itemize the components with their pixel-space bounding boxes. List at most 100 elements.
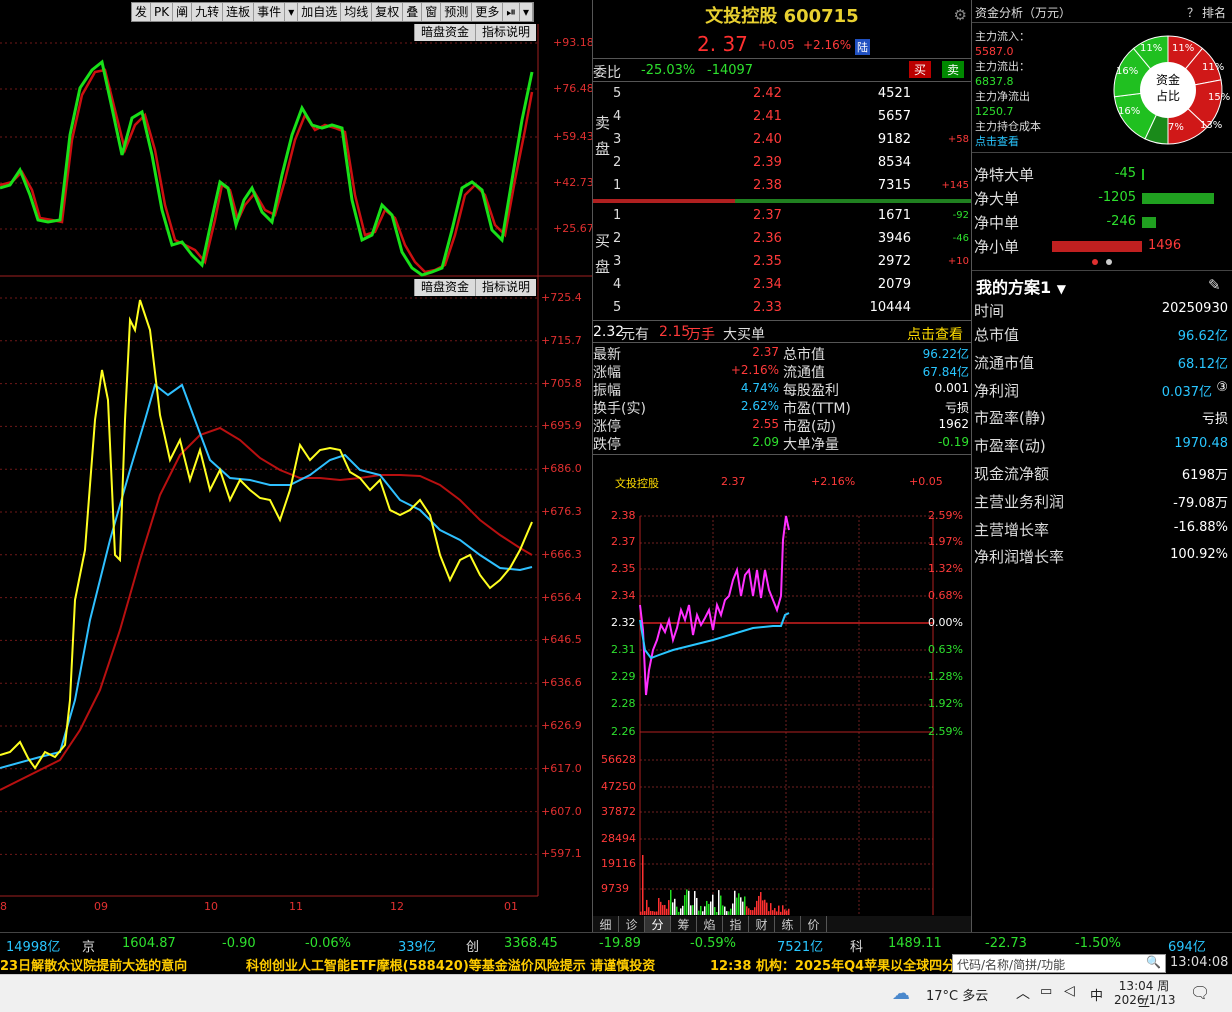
ticker-item-2[interactable]: 科创创业人工智能ETF摩根(588420)等基金溢价风险提示 请谨慎投资 bbox=[246, 955, 655, 974]
level-num: 3 bbox=[613, 132, 621, 147]
plan-row: 净利润增长率 100.92% bbox=[974, 542, 1230, 570]
order-level[interactable]: 2 2.36 3946 -46 bbox=[593, 227, 971, 250]
intraday-pct-tick: 1.97% bbox=[928, 535, 963, 548]
y-tick-label: +607.0 bbox=[541, 805, 582, 818]
fund-title: 资金分析（万元） bbox=[975, 4, 1071, 21]
intraday-chart-svg[interactable] bbox=[593, 500, 971, 920]
fund-flow-text: 主力流入： 5587.0 主力流出： 6837.8 主力净流出 1250.7 主… bbox=[975, 29, 1041, 149]
price: 2.38 bbox=[753, 178, 782, 193]
volume-bar bbox=[650, 911, 652, 915]
volume-bar bbox=[644, 911, 646, 915]
level-num: 3 bbox=[613, 254, 621, 269]
order-level[interactable]: 5 2.42 4521 bbox=[593, 82, 971, 105]
volume-bar bbox=[654, 912, 656, 915]
settings-gear-icon[interactable]: ⚙ bbox=[954, 6, 967, 24]
donut-label: 11% bbox=[1202, 62, 1224, 73]
ime-indicator[interactable]: 中 bbox=[1090, 985, 1103, 1004]
quote-value: 2.62% bbox=[741, 399, 779, 413]
plan-row: 净利润 0.037亿 ③ bbox=[974, 376, 1230, 404]
quote-value: +2.16% bbox=[731, 363, 779, 377]
help-icon[interactable]: ？ bbox=[1187, 4, 1199, 21]
rank-link[interactable]: 排名 bbox=[1202, 4, 1226, 21]
search-input[interactable]: 代码/名称/简拼/功能 bbox=[957, 956, 1065, 973]
x-tick-label: 10 bbox=[204, 900, 218, 913]
quote-row: 涨停 2.55 市盈(动) 1962 bbox=[593, 415, 971, 433]
info-badge[interactable]: ③ bbox=[1216, 380, 1228, 395]
quote-panel: 文投控股 600715 ⚙ 2. 37 +0.05 +2.16% 陆 委比 -2… bbox=[592, 0, 972, 932]
plan-value: -79.08万 bbox=[1173, 492, 1228, 511]
notification-icon[interactable]: 🗨 bbox=[1190, 983, 1210, 1002]
order-level[interactable]: 4 2.41 5657 bbox=[593, 105, 971, 128]
volume-bar bbox=[720, 896, 722, 915]
search-box[interactable]: 代码/名称/简拼/功能 🔍 bbox=[952, 954, 1166, 973]
intraday-price-tick: 2.37 bbox=[611, 535, 636, 548]
volume-bar bbox=[642, 855, 644, 915]
plan-value: 68.12亿 bbox=[1178, 353, 1228, 372]
volume-bar bbox=[666, 909, 668, 915]
weather-icon[interactable]: ☁ bbox=[892, 983, 910, 1004]
x-tick-label: 01 bbox=[504, 900, 518, 913]
volume-icon[interactable]: ◁ bbox=[1064, 983, 1075, 999]
taskbar: ☁ 17°C 多云 ︿ ▭ ◁ 中 13:04 周二 2026/1/13 🗨 bbox=[0, 974, 1232, 1012]
volume-bar bbox=[772, 910, 774, 915]
cost-view-link[interactable]: 点击查看 bbox=[975, 134, 1041, 149]
ticker-item-3[interactable]: 12:38 机构：2025年Q4苹果以全球四分之 bbox=[710, 955, 968, 974]
volume-tick: 37872 bbox=[601, 805, 636, 818]
intraday-tab[interactable]: 价 bbox=[801, 916, 827, 932]
stock-pct: +2.16% bbox=[803, 38, 851, 52]
volume-delta: -46 bbox=[953, 233, 969, 244]
sell-button[interactable]: 卖 bbox=[942, 61, 964, 78]
volume-bar bbox=[660, 902, 662, 915]
taskbar-date[interactable]: 2026/1/13 bbox=[1114, 993, 1174, 1007]
order-level[interactable]: 3 2.35 2972 +10 bbox=[593, 250, 971, 273]
y-tick-label: +93.18 bbox=[553, 36, 594, 49]
intraday-price-tick: 2.38 bbox=[611, 509, 636, 522]
intraday-tab[interactable]: 指 bbox=[723, 916, 749, 932]
plan-dropdown[interactable]: 我的方案1 ▼ bbox=[976, 274, 1066, 298]
order-level[interactable]: 5 2.33 10444 bbox=[593, 296, 971, 319]
big-order-row: 2.32 元有 2.15 万手 大买单 点击查看 bbox=[593, 322, 971, 342]
volume-bar bbox=[766, 903, 768, 915]
order-level[interactable]: 2 2.39 8534 bbox=[593, 151, 971, 174]
plan-label: 净利润增长率 bbox=[974, 546, 1064, 567]
tray-chevron-icon[interactable]: ︿ bbox=[1016, 983, 1030, 1003]
buy-button[interactable]: 买 bbox=[909, 61, 931, 78]
network-icon[interactable]: ▭ bbox=[1040, 984, 1052, 999]
order-level[interactable]: 4 2.34 2079 bbox=[593, 273, 971, 296]
intraday-tab[interactable]: 诊 bbox=[619, 916, 645, 932]
quote-value: 96.22亿 bbox=[923, 345, 969, 362]
big-order-view-link[interactable]: 点击查看 bbox=[907, 324, 963, 344]
weather-text[interactable]: 17°C 多云 bbox=[926, 985, 988, 1004]
plan-value: -16.88% bbox=[1174, 520, 1228, 535]
order-level[interactable]: 3 2.40 9182 +58 bbox=[593, 128, 971, 151]
intraday-tab[interactable]: 筹 bbox=[671, 916, 697, 932]
intraday-tab[interactable]: 焰 bbox=[697, 916, 723, 932]
plan-value: 6198万 bbox=[1182, 464, 1228, 483]
intraday-price-tick: 2.31 bbox=[611, 643, 636, 656]
kline-panel[interactable]: 发 PK 阐九转 连板 事件 ▾ 加自选 均线 复权叠窗预测 更多 ⏯ ▾ 暗盘资金 指标说明 暗盘资… bbox=[0, 0, 592, 932]
ticker-item-1[interactable]: 23日解散众议院提前大选的意向 bbox=[0, 955, 187, 974]
intraday-header: 文投控股 2.37 +2.16% +0.05 bbox=[593, 470, 971, 490]
intraday-tab[interactable]: 财 bbox=[749, 916, 775, 932]
net-flow-row: 净特大单 -45 bbox=[974, 162, 1230, 186]
intraday-tab[interactable]: 练 bbox=[775, 916, 801, 932]
order-level[interactable]: 1 2.37 1671 -92 bbox=[593, 204, 971, 227]
intraday-tab[interactable]: 分 bbox=[645, 916, 671, 932]
y-tick-label: +676.3 bbox=[541, 505, 582, 518]
intraday-price-tick: 2.34 bbox=[611, 589, 636, 602]
edit-icon[interactable]: ✎ bbox=[1208, 276, 1221, 294]
order-level[interactable]: 1 2.38 7315 +145 bbox=[593, 174, 971, 197]
search-icon[interactable]: 🔍 bbox=[1146, 955, 1161, 969]
donut-label: 13% bbox=[1200, 120, 1222, 131]
y-tick-label: +656.4 bbox=[541, 591, 582, 604]
volume-bar bbox=[688, 891, 690, 915]
volume-bar bbox=[692, 905, 694, 915]
y-tick-label: +646.5 bbox=[541, 633, 582, 646]
volume-bar bbox=[710, 902, 712, 915]
y-tick-label: +715.7 bbox=[541, 334, 582, 347]
volume-bar bbox=[780, 912, 782, 915]
intraday-tab[interactable]: 细 bbox=[593, 916, 619, 932]
volume-bar bbox=[706, 901, 708, 915]
y-tick-label: +705.8 bbox=[541, 377, 582, 390]
intraday-price-tick: 2.32 bbox=[611, 616, 636, 629]
